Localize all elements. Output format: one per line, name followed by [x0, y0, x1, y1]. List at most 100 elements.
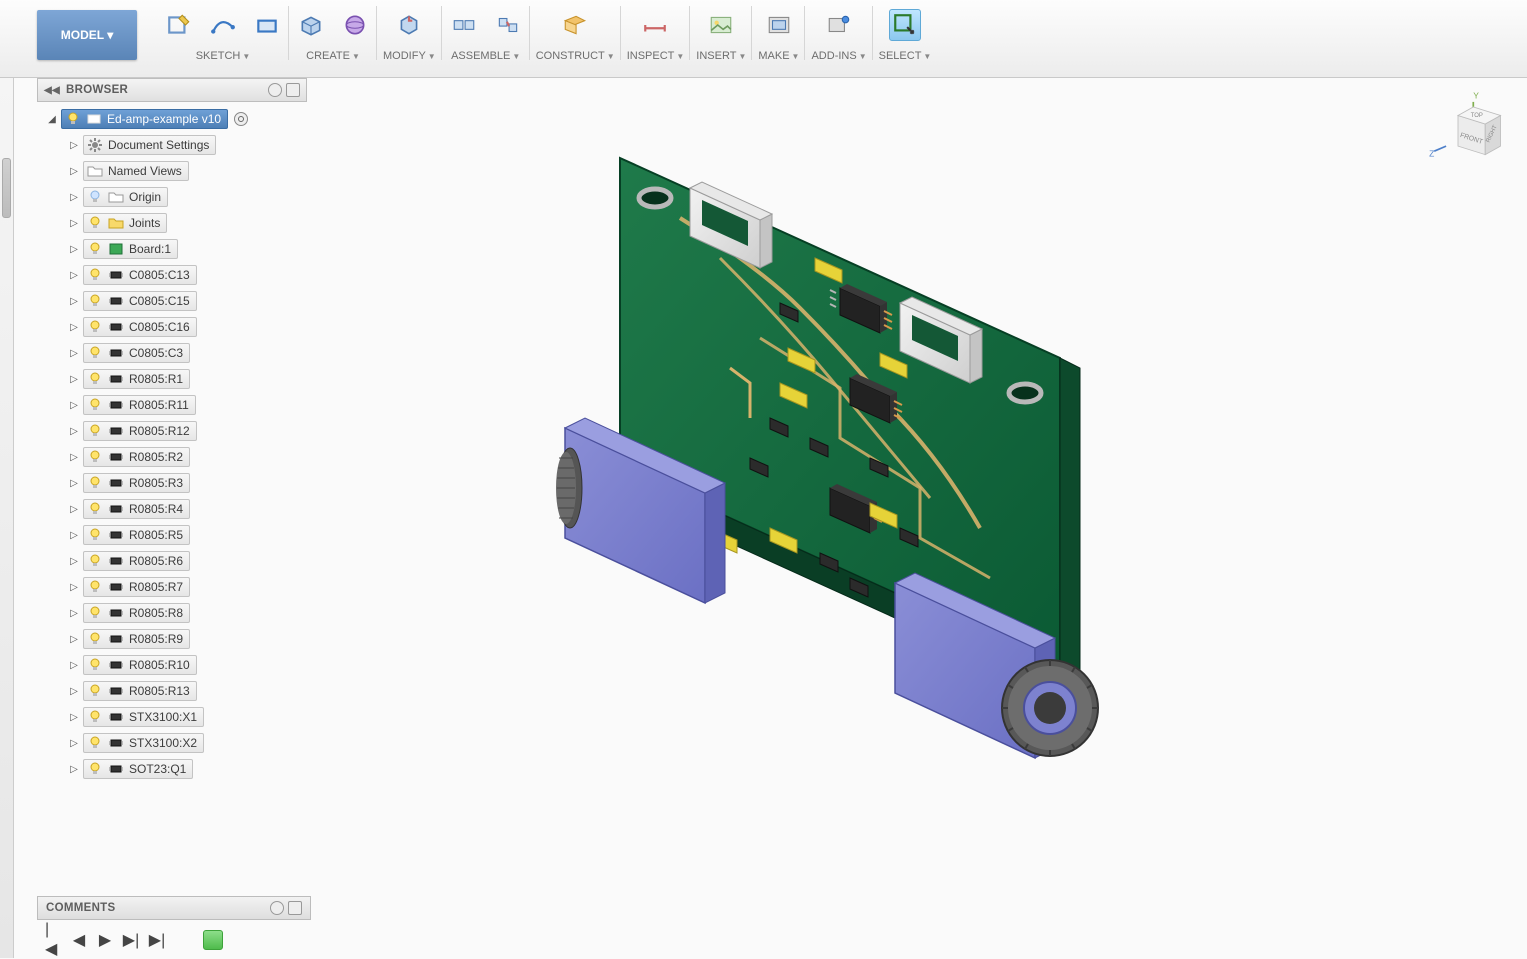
tree-row[interactable]: ▷ C0805:C16 [37, 314, 307, 340]
expander-icon[interactable]: ▷ [69, 660, 79, 671]
rectangle-icon[interactable] [251, 9, 283, 41]
bulb-icon[interactable] [87, 215, 103, 231]
timeline-start-icon[interactable]: |◀ [45, 932, 61, 948]
expander-icon[interactable]: ▷ [69, 140, 79, 151]
tree-row[interactable]: ▷R0805:R10 [37, 652, 307, 678]
tree-chip[interactable]: R0805:R12 [83, 421, 197, 441]
measure-icon[interactable] [639, 9, 671, 41]
tree-chip[interactable]: STX3100:X2 [83, 733, 204, 753]
toolbar-label-insert[interactable]: INSERT▼ [696, 50, 746, 62]
bulb-icon[interactable] [87, 761, 103, 777]
expander-icon[interactable]: ▷ [69, 530, 79, 541]
plane-icon[interactable] [559, 9, 591, 41]
timeline-feature-icon[interactable] [203, 930, 223, 950]
bulb-icon[interactable] [87, 605, 103, 621]
bulb-icon[interactable] [87, 423, 103, 439]
toolbar-label-create[interactable]: CREATE▼ [306, 50, 360, 62]
tree-row[interactable]: ▷ Named Views [37, 158, 307, 184]
expander-icon[interactable]: ▷ [69, 374, 79, 385]
tree-row[interactable]: ▷Document Settings [37, 132, 307, 158]
tree-chip[interactable]: R0805:R5 [83, 525, 190, 545]
tree-chip[interactable]: STX3100:X1 [83, 707, 204, 727]
toolbar-label-sketch[interactable]: SKETCH▼ [196, 50, 251, 62]
expander-icon[interactable]: ▷ [69, 322, 79, 333]
tree-row[interactable]: ▷R0805:R1 [37, 366, 307, 392]
tree-chip[interactable]: Named Views [83, 161, 189, 181]
toolbar-label-make[interactable]: MAKE▼ [758, 50, 799, 62]
tree-chip[interactable]: R0805:R4 [83, 499, 190, 519]
tree-chip[interactable]: R0805:R13 [83, 681, 197, 701]
sphere-icon[interactable] [339, 9, 371, 41]
bulb-icon[interactable] [87, 501, 103, 517]
expander-icon[interactable]: ▷ [69, 608, 79, 619]
tree-chip[interactable]: R0805:R3 [83, 473, 190, 493]
tree-row[interactable]: ▷R0805:R9 [37, 626, 307, 652]
expander-icon[interactable]: ▷ [69, 270, 79, 281]
tree-row[interactable]: ▷ Joints [37, 210, 307, 236]
bulb-icon[interactable] [87, 579, 103, 595]
tree-chip[interactable]: C0805:C16 [83, 317, 197, 337]
tree-chip[interactable]: C0805:C15 [83, 291, 197, 311]
collapse-icon[interactable]: ◀◀ [44, 85, 60, 96]
toolbar-label-construct[interactable]: CONSTRUCT▼ [536, 50, 615, 62]
browser-pin-icon[interactable] [286, 83, 300, 97]
expander-icon[interactable]: ▷ [69, 244, 79, 255]
print-icon[interactable] [763, 9, 795, 41]
expander-icon[interactable]: ▷ [69, 634, 79, 645]
tree-row[interactable]: ▷R0805:R3 [37, 470, 307, 496]
toolbar-label-select[interactable]: SELECT▼ [879, 50, 932, 62]
expander-icon[interactable]: ▷ [69, 348, 79, 359]
tree-row[interactable]: ▷R0805:R12 [37, 418, 307, 444]
bulb-icon[interactable] [87, 631, 103, 647]
tree-row[interactable]: ▷SOT23:Q1 [37, 756, 307, 782]
tree-chip[interactable]: R0805:R2 [83, 447, 190, 467]
bulb-icon[interactable] [87, 293, 103, 309]
tree-row[interactable]: ▷ STX3100:X2 [37, 730, 307, 756]
tree-chip[interactable]: R0805:R7 [83, 577, 190, 597]
tree-row[interactable]: ▷ R0805:R6 [37, 548, 307, 574]
bulb-icon[interactable] [87, 189, 103, 205]
tree-row[interactable]: ▷R0805:R11 [37, 392, 307, 418]
view-cube[interactable]: Y Z FRONT RIGHT TOP [1424, 90, 1509, 175]
tree-chip[interactable]: Origin [83, 187, 168, 207]
insert-decal-icon[interactable] [705, 9, 737, 41]
bulb-icon[interactable] [87, 709, 103, 725]
bulb-icon[interactable] [65, 111, 81, 127]
expander-icon[interactable]: ▷ [69, 556, 79, 567]
workspace-switcher[interactable]: MODEL ▾ [37, 10, 137, 60]
expander-icon[interactable]: ▷ [69, 400, 79, 411]
browser-header[interactable]: ◀◀ BROWSER [37, 78, 307, 102]
box-icon[interactable] [295, 9, 327, 41]
tree-chip[interactable]: Board:1 [83, 239, 178, 259]
viewcube-top-label[interactable]: TOP [1471, 113, 1483, 119]
bulb-icon[interactable] [87, 683, 103, 699]
expander-icon[interactable]: ▷ [69, 296, 79, 307]
tree-chip[interactable]: R0805:R6 [83, 551, 190, 571]
toolbar-label-assemble[interactable]: ASSEMBLE▼ [451, 50, 520, 62]
toolbar-label-modify[interactable]: MODIFY▼ [383, 50, 436, 62]
tree-row[interactable]: ▷STX3100:X1 [37, 704, 307, 730]
tree-row[interactable]: ▷ Board:1 [37, 236, 307, 262]
bulb-icon[interactable] [87, 371, 103, 387]
tree-chip[interactable]: Joints [83, 213, 167, 233]
expander-icon[interactable]: ▷ [69, 504, 79, 515]
comments-expand-icon[interactable] [288, 901, 302, 915]
expander-icon[interactable]: ▷ [69, 166, 79, 177]
press-pull-icon[interactable] [393, 9, 425, 41]
comments-opt-icon[interactable] [270, 901, 284, 915]
spline-icon[interactable] [207, 9, 239, 41]
create-sketch-icon[interactable] [163, 9, 195, 41]
expander-icon[interactable]: ▷ [69, 218, 79, 229]
expander-icon[interactable]: ◢ [47, 114, 57, 125]
addins-icon[interactable] [823, 9, 855, 41]
toolbar-label-inspect[interactable]: INSPECT▼ [627, 50, 685, 62]
tree-row[interactable]: ▷R0805:R8 [37, 600, 307, 626]
bulb-icon[interactable] [87, 475, 103, 491]
expander-icon[interactable]: ▷ [69, 738, 79, 749]
bulb-icon[interactable] [87, 241, 103, 257]
tree-chip[interactable]: C0805:C3 [83, 343, 190, 363]
bulb-icon[interactable] [87, 267, 103, 283]
bulb-icon[interactable] [87, 449, 103, 465]
browser-opt-icon[interactable] [268, 83, 282, 97]
timeline-end-icon[interactable]: ▶| [149, 932, 165, 948]
